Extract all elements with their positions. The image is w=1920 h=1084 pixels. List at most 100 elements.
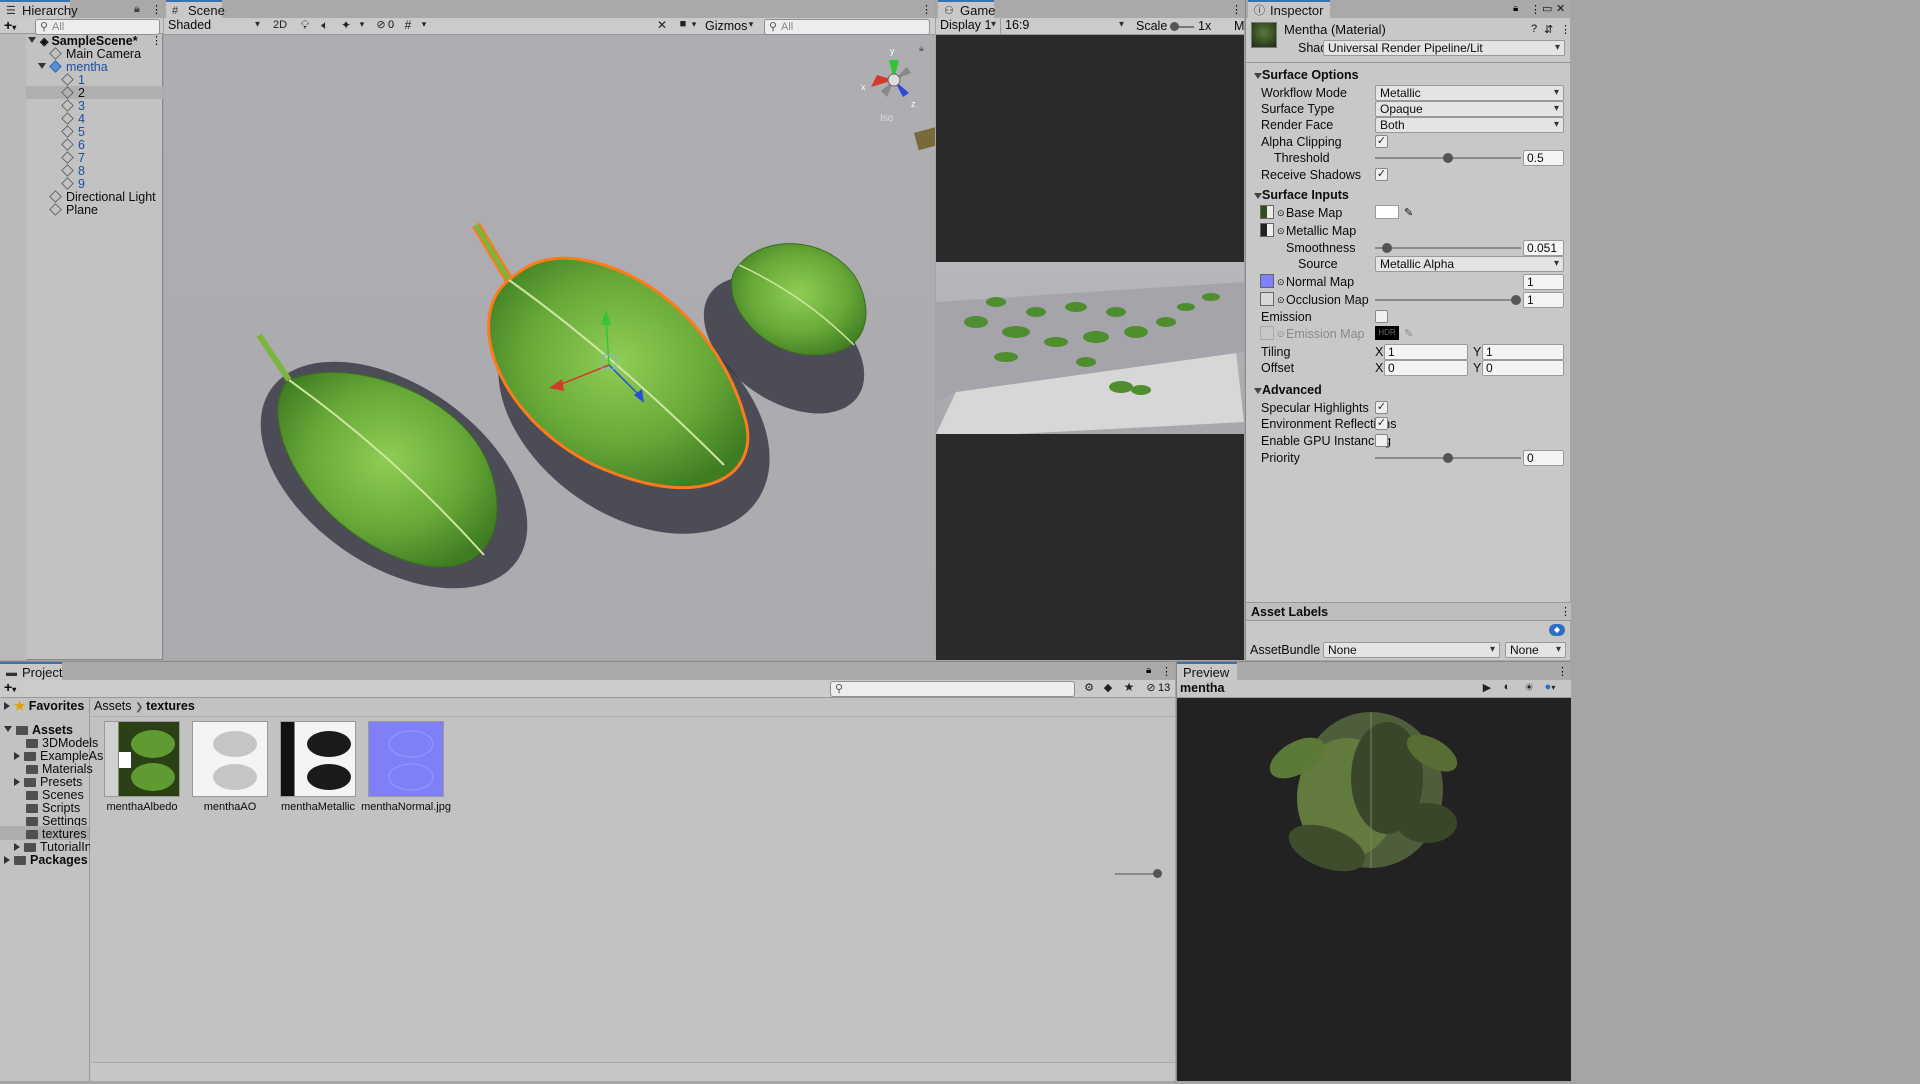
expand-arrow-icon[interactable] xyxy=(14,778,20,786)
grid-toggle-icon[interactable]: # xyxy=(401,18,415,32)
icon-size-slider-knob[interactable] xyxy=(1153,869,1162,878)
environment-reflections-checkbox[interactable]: ✓ xyxy=(1375,417,1388,430)
lighting-toggle-icon[interactable]: 💡︎ xyxy=(298,18,312,33)
toggle-2d-button[interactable]: 2D xyxy=(272,19,288,31)
assetbundle-variant-dropdown[interactable]: None xyxy=(1505,642,1566,658)
threshold-field[interactable]: 0.5 xyxy=(1523,150,1564,166)
expand-arrow-icon[interactable] xyxy=(4,726,12,732)
expand-arrow-icon[interactable] xyxy=(14,843,20,851)
play-icon[interactable]: ▶ xyxy=(1481,681,1493,694)
surface-type-dropdown[interactable]: Opaque xyxy=(1375,101,1564,117)
camera-dropdown-icon[interactable]: ▾ xyxy=(690,19,698,30)
expand-arrow-icon[interactable] xyxy=(28,37,36,43)
asset-tile[interactable]: menthaMetallic xyxy=(268,721,368,821)
gpu-instancing-checkbox[interactable] xyxy=(1375,434,1388,447)
asset-tile[interactable]: menthaNormal.jpg xyxy=(356,721,456,821)
menu-dots-icon[interactable]: ⋮ xyxy=(151,3,162,16)
emission-checkbox[interactable] xyxy=(1375,310,1388,323)
object-cube[interactable] xyxy=(914,127,935,151)
section-surface-inputs[interactable]: Surface Inputs xyxy=(1246,188,1571,204)
hidden-packages-icon[interactable]: ⊘ xyxy=(1145,681,1157,694)
metallic-map-texture-thumb[interactable] xyxy=(1260,223,1274,237)
menu-dots-icon[interactable]: ⋮ xyxy=(1557,665,1568,678)
camera-icon[interactable]: ■ xyxy=(676,18,690,30)
expand-arrow-icon[interactable] xyxy=(4,856,10,864)
gizmos-dropdown-icon[interactable]: ▾ xyxy=(747,19,755,30)
threshold-slider[interactable] xyxy=(1375,153,1521,163)
normal-map-texture-thumb[interactable] xyxy=(1260,274,1274,288)
occlusion-field[interactable]: 1 xyxy=(1523,292,1564,308)
specular-highlights-checkbox[interactable]: ✓ xyxy=(1375,401,1388,414)
hidden-objects-icon[interactable]: ⊘ xyxy=(374,18,388,31)
eyedropper-icon[interactable]: ✎ xyxy=(1404,204,1413,222)
leaf-object-selected[interactable] xyxy=(472,222,750,490)
object-picker-icon[interactable]: ⊙ xyxy=(1277,222,1285,240)
sphere-mesh-icon[interactable]: ◐ xyxy=(1501,681,1513,693)
object-picker-icon[interactable]: ⊙ xyxy=(1277,273,1285,291)
expand-arrow-icon[interactable] xyxy=(14,752,20,760)
grid-dropdown-icon[interactable]: ▾ xyxy=(420,19,428,30)
breadcrumb-textures[interactable]: textures xyxy=(146,699,195,713)
preview-viewport[interactable] xyxy=(1177,698,1571,1081)
scale-slider-knob[interactable] xyxy=(1170,22,1179,31)
foldout-arrow-icon[interactable] xyxy=(1254,73,1262,79)
tiling-y-field[interactable]: 1 xyxy=(1482,344,1564,360)
foldout-arrow-icon[interactable] xyxy=(1254,388,1262,394)
base-map-texture-thumb[interactable] xyxy=(1260,205,1274,219)
threshold-slider-knob[interactable] xyxy=(1443,153,1453,163)
occlusion-map-texture-thumb[interactable] xyxy=(1260,292,1274,306)
priority-slider[interactable] xyxy=(1375,453,1521,463)
occlusion-slider-knob[interactable] xyxy=(1511,295,1521,305)
offset-y-field[interactable]: 0 xyxy=(1482,360,1564,376)
foldout-arrow-icon[interactable] xyxy=(1254,193,1262,199)
display-dropdown[interactable]: Display 1 xyxy=(936,18,1000,34)
menu-dots-icon[interactable]: ⋮ xyxy=(1560,605,1571,618)
orientation-gizmo[interactable]: y x z xyxy=(859,45,929,115)
object-picker-icon[interactable]: ⊙ xyxy=(1277,204,1285,222)
scene-viewport[interactable]: y x z 🔒︎ Iso xyxy=(164,35,935,660)
tab-preview[interactable]: Preview xyxy=(1177,662,1237,682)
assetbundle-dropdown[interactable]: None xyxy=(1323,642,1500,658)
shader-dropdown[interactable]: Universal Render Pipeline/Lit xyxy=(1323,40,1565,56)
lock-icon[interactable]: 🔒︎ xyxy=(919,43,924,54)
smoothness-field[interactable]: 0.051 xyxy=(1523,240,1564,256)
shading-mode-dropdown[interactable]: Shaded xyxy=(164,18,264,34)
maximize-icon[interactable]: ▭ xyxy=(1542,2,1552,15)
project-search-input[interactable] xyxy=(830,681,1075,697)
tab-scene[interactable]: # Scene xyxy=(166,0,225,20)
expand-arrow-icon[interactable] xyxy=(38,63,46,69)
source-dropdown[interactable]: Metallic Alpha xyxy=(1375,256,1564,272)
expand-arrow-icon[interactable] xyxy=(4,702,10,710)
favorites-node[interactable]: ★ Favorites xyxy=(4,698,84,714)
lock-icon[interactable]: 🔒︎ xyxy=(1146,665,1151,676)
aspect-dropdown[interactable]: 16:9 xyxy=(1000,18,1128,34)
icon-size-slider[interactable] xyxy=(1115,869,1162,878)
workflow-mode-dropdown[interactable]: Metallic xyxy=(1375,85,1564,101)
audio-toggle-icon[interactable]: 🔈︎ xyxy=(318,18,332,33)
lock-icon[interactable]: 🔒︎ xyxy=(134,3,140,16)
gizmos-button[interactable]: Gizmos xyxy=(705,19,747,33)
object-picker-icon[interactable]: ⊙ xyxy=(1277,291,1285,309)
filter-by-label-icon[interactable]: ◆ xyxy=(1102,681,1114,694)
menu-dots-icon[interactable]: ⋮ xyxy=(1530,3,1541,16)
tools-icon[interactable]: ✕ xyxy=(655,18,669,32)
base-map-color-swatch[interactable] xyxy=(1375,205,1399,219)
tab-inspector[interactable]: ⓘ Inspector xyxy=(1248,0,1330,20)
hierarchy-item-plane[interactable]: Plane xyxy=(49,202,98,218)
favorite-star-icon[interactable]: ★ xyxy=(1123,680,1135,694)
normal-scale-field[interactable]: 1 xyxy=(1523,274,1564,290)
effects-toggle-icon[interactable]: ✦ xyxy=(339,18,353,32)
help-icon[interactable]: ? xyxy=(1531,23,1537,35)
game-viewport[interactable] xyxy=(936,35,1244,660)
menu-dots-icon[interactable]: ⋮ xyxy=(1560,23,1571,36)
scene-search-input[interactable]: All xyxy=(764,19,930,35)
filter-by-type-icon[interactable]: ⚙ xyxy=(1083,681,1095,694)
smoothness-slider-knob[interactable] xyxy=(1381,243,1392,253)
asset-tile[interactable]: menthaAlbedo xyxy=(92,721,192,821)
preview-shape-icon[interactable]: ●▾ xyxy=(1543,681,1557,693)
receive-shadows-checkbox[interactable]: ✓ xyxy=(1375,168,1388,181)
effects-dropdown-icon[interactable]: ▾ xyxy=(358,19,366,30)
tab-game[interactable]: ⚇ Game xyxy=(938,0,995,20)
maximize-toggle[interactable]: M xyxy=(1234,19,1244,33)
breadcrumb-assets[interactable]: Assets xyxy=(94,699,132,713)
